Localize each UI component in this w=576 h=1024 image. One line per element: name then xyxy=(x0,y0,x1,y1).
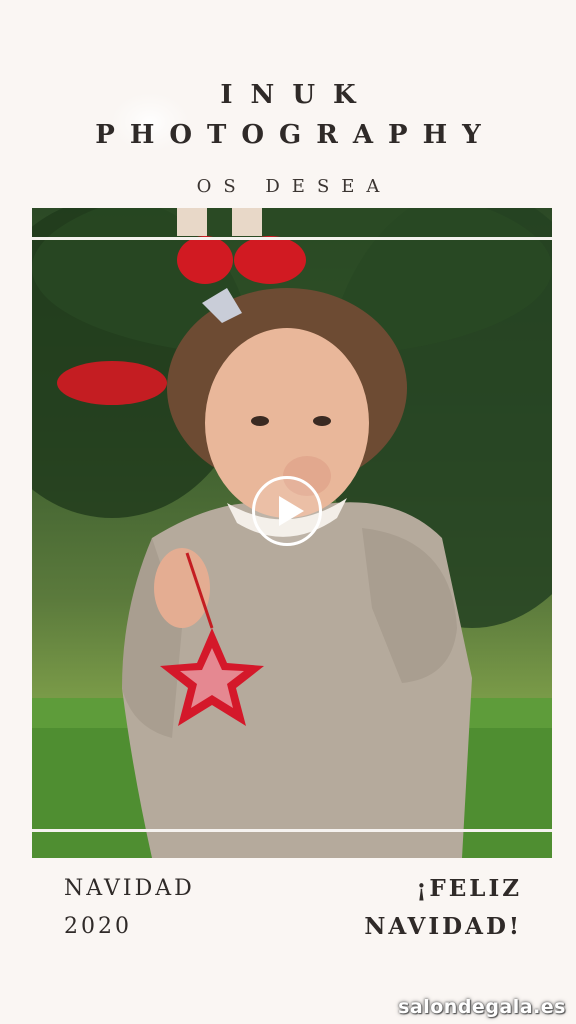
frame-line-bottom xyxy=(32,829,552,832)
play-icon xyxy=(279,496,304,526)
footer-left-line2: 2020 xyxy=(64,914,132,939)
subtitle: OS DESEA xyxy=(196,176,392,197)
footer-year-block: NAVIDAD 2020 xyxy=(64,870,195,946)
footer-greeting-block: ¡FELIZ NAVIDAD! xyxy=(364,870,522,946)
christmas-card: INUK PHOTOGRAPHY OS DESEA NAVIDAD 2020 ¡… xyxy=(0,0,576,1024)
brand-title-line2: PHOTOGRAPHY xyxy=(95,120,496,150)
footer-right-line2: NAVIDAD! xyxy=(364,913,522,940)
watermark: salondegala.es xyxy=(398,996,566,1018)
footer-right-line1: ¡FELIZ xyxy=(416,875,522,902)
play-button[interactable] xyxy=(252,476,322,546)
frame-line-top xyxy=(32,237,552,240)
footer-left-line1: NAVIDAD xyxy=(64,876,195,901)
brand-title-line1: INUK xyxy=(220,80,374,110)
